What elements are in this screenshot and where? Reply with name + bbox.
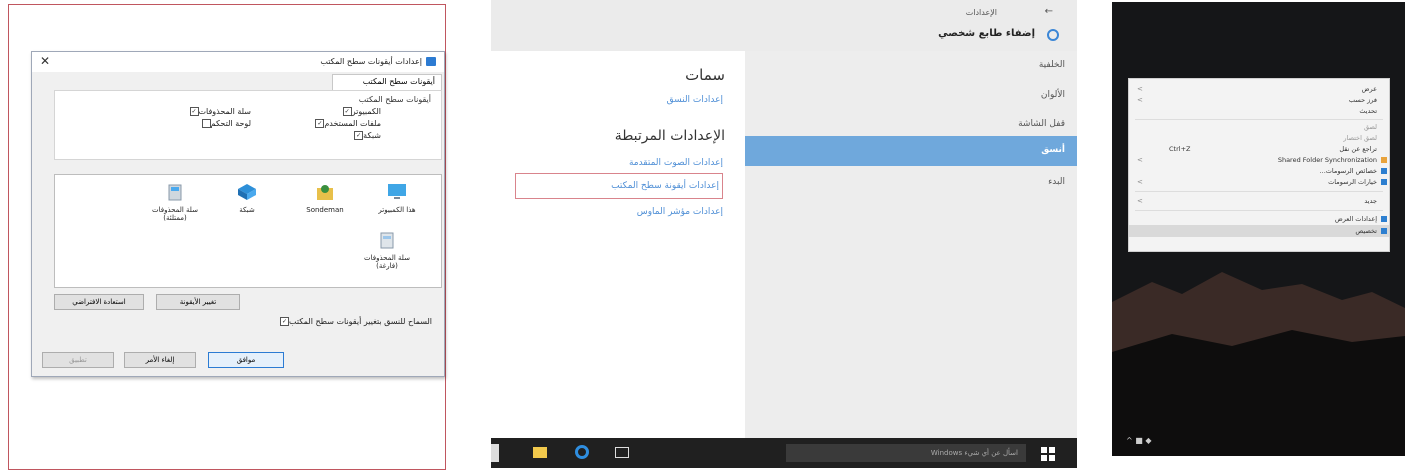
desktop-icon-settings-frame: إعدادات أيقونات سطح المكتب ✕ أيقونات سطح… — [8, 4, 446, 470]
chevron-left-icon: < — [1137, 156, 1143, 164]
icon-item-recycle-empty[interactable]: سلة المحذوفات (فارغة) — [355, 231, 419, 270]
menu-item-graphics-properties[interactable]: خصائص الرسومات... — [1320, 167, 1377, 175]
menu-item-sort-by[interactable]: فرز حسب — [1349, 96, 1377, 104]
desktop-icon-settings-dialog: إعدادات أيقونات سطح المكتب ✕ أيقونات سطح… — [31, 51, 445, 377]
menu-separator — [1135, 119, 1383, 120]
icon-label: شبكة — [239, 206, 255, 214]
taskbar-search-box[interactable]: اسأل عن أي شيء Windows — [786, 444, 1026, 462]
desktop-icons-group: أيقونات سطح المكتب الكمبيوتر✓ ملفات المس… — [54, 90, 442, 160]
settings-nav — [745, 51, 1077, 438]
checkbox-box: ✓ — [354, 131, 364, 140]
chevron-left-icon: < — [1137, 96, 1143, 104]
display-icon — [1381, 216, 1387, 222]
allow-themes-checkbox[interactable]: السماح للنسق بتغيير أيقونات سطح المكتب✓ — [277, 317, 432, 326]
section-title: سمات — [685, 66, 725, 84]
tab-desktop-icons[interactable]: أيقونات سطح المكتب — [332, 74, 442, 90]
menu-item-new[interactable]: جديد — [1364, 197, 1377, 205]
user-folder-icon — [317, 185, 333, 200]
taskbar-edge — [491, 444, 499, 462]
checkbox-recycle-bin[interactable]: سلة المحذوفات✓ — [187, 107, 251, 116]
mountain-wallpaper — [1112, 242, 1405, 456]
taskbar: اسأل عن أي شيء Windows — [491, 438, 1077, 468]
back-arrow-icon[interactable]: ← — [1045, 6, 1053, 17]
sync-icon — [1381, 157, 1387, 163]
shortcut-text: Ctrl+Z — [1169, 145, 1191, 153]
personalize-icon — [1381, 228, 1387, 234]
nav-background[interactable]: الخلفية — [1039, 60, 1065, 70]
checkbox-box: ✓ — [189, 107, 199, 116]
ok-button[interactable]: موافق — [208, 352, 284, 368]
nav-themes[interactable]: أنسق — [1041, 145, 1065, 155]
file-explorer-icon[interactable] — [533, 447, 547, 458]
checkbox-control-panel[interactable]: لوحة التحكم — [199, 119, 251, 128]
network-icon — [238, 184, 256, 200]
nav-selection-highlight — [745, 136, 1077, 166]
advanced-sound-link[interactable]: إعدادات الصوت المتقدمة — [629, 158, 723, 168]
chevron-left-icon: < — [1137, 197, 1143, 205]
menu-separator — [1135, 210, 1383, 211]
menu-item-highlight — [1129, 225, 1389, 237]
menu-item-shared-folder-sync[interactable]: Shared Folder Synchronization — [1278, 156, 1377, 164]
icon-label: هذا الكمبيوتر — [378, 206, 416, 214]
checkbox-box — [201, 119, 211, 128]
icon-item-recycle-full[interactable]: سلة المحذوفات (ممتلئة) — [143, 183, 207, 222]
back-label: الإعدادات — [965, 8, 997, 17]
menu-item-view[interactable]: عرض — [1362, 85, 1377, 93]
menu-item-paste[interactable]: لصق — [1364, 123, 1377, 131]
windows-start-icon[interactable] — [1041, 446, 1055, 461]
icon-preview-list: هذا الكمبيوتر Sondeman شبكة سلة المحذوفا… — [54, 174, 442, 288]
mouse-pointer-link[interactable]: إعدادات مؤشر الماوس — [637, 207, 723, 217]
restore-default-button[interactable]: استعادة الافتراضي — [54, 294, 144, 310]
settings-personalization-window: الإعدادات ← إضفاء طابع شخصي الخلفية الأل… — [491, 0, 1077, 475]
checkbox-box: ✓ — [315, 119, 325, 128]
personalization-icon — [1047, 29, 1059, 41]
group-title: أيقونات سطح المكتب — [358, 95, 431, 104]
checkbox-computer[interactable]: الكمبيوتر✓ — [340, 107, 381, 116]
monitor-icon — [388, 184, 406, 199]
icon-item-user[interactable]: Sondeman — [293, 183, 357, 214]
related-settings-title: الإعدادات المرتبطة — [614, 128, 725, 144]
graphics-icon — [1381, 168, 1387, 174]
checkbox-box: ✓ — [342, 107, 352, 116]
theme-settings-link[interactable]: إعدادات النسق — [667, 95, 723, 105]
icon-item-network[interactable]: شبكة — [215, 183, 279, 214]
chevron-left-icon: < — [1137, 178, 1143, 186]
desktop-icon-settings-link[interactable]: إعدادات أيقونة سطح المكتب — [611, 181, 719, 191]
menu-item-undo-move[interactable]: تراجع عن نقل — [1339, 145, 1377, 153]
recycle-bin-empty-icon — [380, 232, 394, 249]
menu-item-display-settings[interactable]: إعدادات العرض — [1335, 215, 1377, 223]
system-tray[interactable]: ^ ■ ◆ — [1126, 436, 1152, 445]
icon-label: Sondeman — [306, 206, 344, 214]
dialog-title: إعدادات أيقونات سطح المكتب — [320, 57, 422, 66]
menu-item-paste-shortcut[interactable]: لصق اختصار — [1343, 134, 1377, 142]
menu-separator — [1135, 191, 1383, 192]
menu-item-personalize[interactable]: تخصيص — [1355, 227, 1377, 235]
change-icon-button[interactable]: تغيير الأيقونة — [156, 294, 240, 310]
icon-label: سلة المحذوفات (ممتلئة) — [152, 206, 198, 222]
task-view-icon[interactable] — [615, 447, 629, 458]
nav-lock-screen[interactable]: قفل الشاشة — [1018, 119, 1065, 129]
recycle-bin-full-icon — [168, 184, 182, 201]
cancel-button[interactable]: إلغاء الأمر — [124, 352, 196, 368]
dialog-titlebar: إعدادات أيقونات سطح المكتب ✕ — [32, 52, 444, 72]
settings-header: الإعدادات ← إضفاء طابع شخصي — [491, 0, 1077, 51]
graphics-icon — [1381, 179, 1387, 185]
icon-item-this-pc[interactable]: هذا الكمبيوتر — [365, 183, 429, 214]
icon-label: سلة المحذوفات (فارغة) — [364, 254, 410, 270]
checkbox-network[interactable]: شبكة✓ — [351, 131, 381, 140]
edge-browser-icon[interactable] — [575, 445, 589, 459]
settings-window-icon — [426, 57, 436, 66]
checkbox-box: ✓ — [279, 317, 289, 326]
apply-button[interactable]: تطبيق — [42, 352, 114, 368]
nav-colors[interactable]: الألوان — [1041, 90, 1065, 100]
close-icon[interactable]: ✕ — [40, 54, 50, 68]
chevron-left-icon: < — [1137, 85, 1143, 93]
page-title: إضفاء طابع شخصي — [938, 28, 1035, 39]
menu-item-graphics-options[interactable]: خيارات الرسومات — [1328, 178, 1377, 186]
nav-start[interactable]: البدء — [1048, 177, 1065, 187]
menu-item-refresh[interactable]: تحديث — [1359, 107, 1377, 115]
context-menu: عرض < فرز حسب < تحديث لصق لصق اختصار تراجع… — [1128, 78, 1390, 252]
desktop-context-menu-screenshot: عرض < فرز حسب < تحديث لصق لصق اختصار تراجع… — [1112, 2, 1405, 456]
checkbox-user-files[interactable]: ملفات المستخدم✓ — [312, 119, 381, 128]
